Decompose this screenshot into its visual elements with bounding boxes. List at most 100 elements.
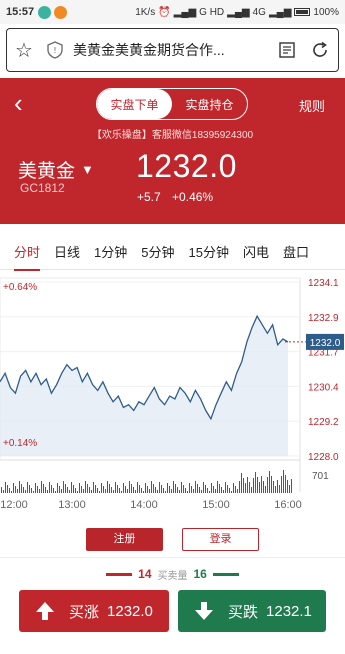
sell-volume-bar	[212, 572, 239, 576]
volume-bar	[67, 487, 68, 493]
instrument-code: GC1812	[20, 181, 65, 195]
volume-bar	[69, 490, 70, 493]
buy-sell-volume: 14 买卖量 16	[0, 565, 345, 583]
tab-daily[interactable]: 日线	[54, 236, 80, 270]
volume-bar	[289, 485, 290, 493]
page-url-title[interactable]: 美黄金美黄金期货合作...	[73, 40, 270, 60]
volume-bar	[43, 484, 44, 493]
buy-down-label: 买跌	[228, 603, 259, 621]
volume-bar	[73, 485, 74, 493]
volume-bar	[79, 483, 80, 493]
volume-bar	[21, 484, 22, 493]
volume-bar	[191, 486, 192, 493]
volume-bar	[101, 483, 102, 493]
volume-bar	[57, 483, 58, 493]
instrument-selector[interactable]: 美黄金 ▼	[18, 156, 94, 183]
volume-bar	[155, 487, 156, 493]
volume-bar	[55, 491, 56, 493]
tab-real-order[interactable]: 实盘下单	[97, 89, 172, 119]
status-time: 15:57	[6, 6, 35, 18]
volume-bar	[91, 490, 92, 493]
volume-bar	[205, 485, 206, 493]
buy-volume-bar	[106, 572, 133, 576]
volume-bar	[263, 481, 264, 493]
volume-bar	[153, 484, 154, 493]
arrow-down-icon	[195, 602, 213, 620]
volume-bar	[25, 490, 26, 493]
volume-bar	[285, 475, 286, 493]
volume-bar	[287, 480, 288, 493]
quote-header: ‹ 实盘下单 实盘持仓 规则 【欢乐操盘】客服微信18395924300 美黄金…	[0, 78, 345, 224]
x-tick-label: 15:00	[202, 499, 230, 511]
volume-bar	[139, 485, 140, 493]
volume-bar	[199, 487, 200, 493]
volume-bar	[53, 488, 54, 493]
volume-bar	[133, 487, 134, 493]
tab-15min[interactable]: 15分钟	[189, 236, 229, 270]
volume-bar	[215, 489, 216, 493]
volume-bar	[157, 490, 158, 493]
tab-intraday[interactable]: 分时	[14, 236, 41, 271]
volume-bar	[23, 487, 24, 493]
bookmark-star-icon[interactable]: ☆	[15, 38, 37, 63]
tab-1min[interactable]: 1分钟	[94, 236, 127, 270]
volume-bar	[49, 482, 50, 493]
current-price-label: 1232.0	[310, 338, 341, 349]
buy-volume: 14	[138, 567, 152, 581]
volume-bar	[89, 487, 90, 493]
volume-bar	[175, 484, 176, 493]
signal-icon: ▂▄▆	[173, 6, 197, 18]
volume-bar	[261, 476, 262, 493]
tab-flash[interactable]: 闪电	[243, 236, 269, 270]
volume-bar	[197, 484, 198, 493]
volume-bar	[241, 473, 242, 493]
tab-real-positions[interactable]: 实盘持仓	[172, 89, 247, 119]
y-tick-label: 1230.4	[308, 382, 339, 393]
reader-mode-icon[interactable]	[278, 41, 296, 59]
volume-bar	[125, 486, 126, 493]
volume-bar	[109, 484, 110, 493]
back-button[interactable]: ‹	[14, 90, 23, 116]
volume-bar	[145, 483, 146, 493]
buy-up-button[interactable]: 买涨 1232.0	[19, 590, 169, 632]
volume-bar	[51, 485, 52, 493]
period-tabs: 分时 日线 1分钟 5分钟 15分钟 闪电 盘口	[0, 236, 345, 271]
intraday-chart[interactable]: 1234.1 1232.9 1231.7 1230.4 1229.2 1228.0 +0.6…	[0, 272, 345, 512]
volume-bar	[131, 484, 132, 493]
status-bar: 15:57 1K/s ⏰ ▂▄▆ G HD ▂▄▆ 4G ▂▄▆ 100%	[0, 0, 345, 24]
rules-link[interactable]: 规则	[299, 96, 325, 115]
buy-down-button[interactable]: 买跌 1232.1	[178, 590, 326, 632]
volume-bar	[163, 488, 164, 493]
volume-bar	[35, 483, 36, 493]
volume-bar	[265, 486, 266, 493]
volume-bar	[71, 482, 72, 493]
volume-bar	[207, 488, 208, 493]
refresh-icon[interactable]	[310, 40, 330, 60]
x-tick-label: 14:00	[130, 499, 158, 511]
volume-bar	[269, 471, 270, 493]
volume-bar	[29, 485, 30, 493]
login-button[interactable]: 登录	[182, 528, 259, 551]
instrument-name: 美黄金	[18, 161, 76, 182]
volume-bar	[161, 485, 162, 493]
browser-url-bar[interactable]: ☆ ! 美黄金美黄金期货合作...	[6, 28, 339, 72]
volume-bar	[249, 482, 250, 493]
buy-up-label: 买涨	[69, 603, 100, 621]
volume-bar	[5, 482, 6, 493]
volume-bar	[137, 482, 138, 493]
signal-icon-2: ▂▄▆	[227, 6, 250, 18]
register-button[interactable]: 注册	[86, 528, 163, 551]
volume-bar	[167, 483, 168, 493]
tab-5min[interactable]: 5分钟	[141, 236, 174, 270]
volume-bar	[239, 481, 240, 493]
volume-bar	[119, 488, 120, 493]
volume-bar	[283, 470, 284, 493]
volume-bar	[31, 488, 32, 493]
volume-bar	[193, 489, 194, 493]
volume-bar	[183, 485, 184, 493]
battery-level: 100%	[313, 6, 339, 18]
tab-orderbook[interactable]: 盘口	[283, 236, 309, 270]
volume-bar	[129, 481, 130, 493]
y-tick-label: 1232.9	[308, 313, 339, 324]
signal-icon-3: ▂▄▆	[268, 6, 292, 18]
